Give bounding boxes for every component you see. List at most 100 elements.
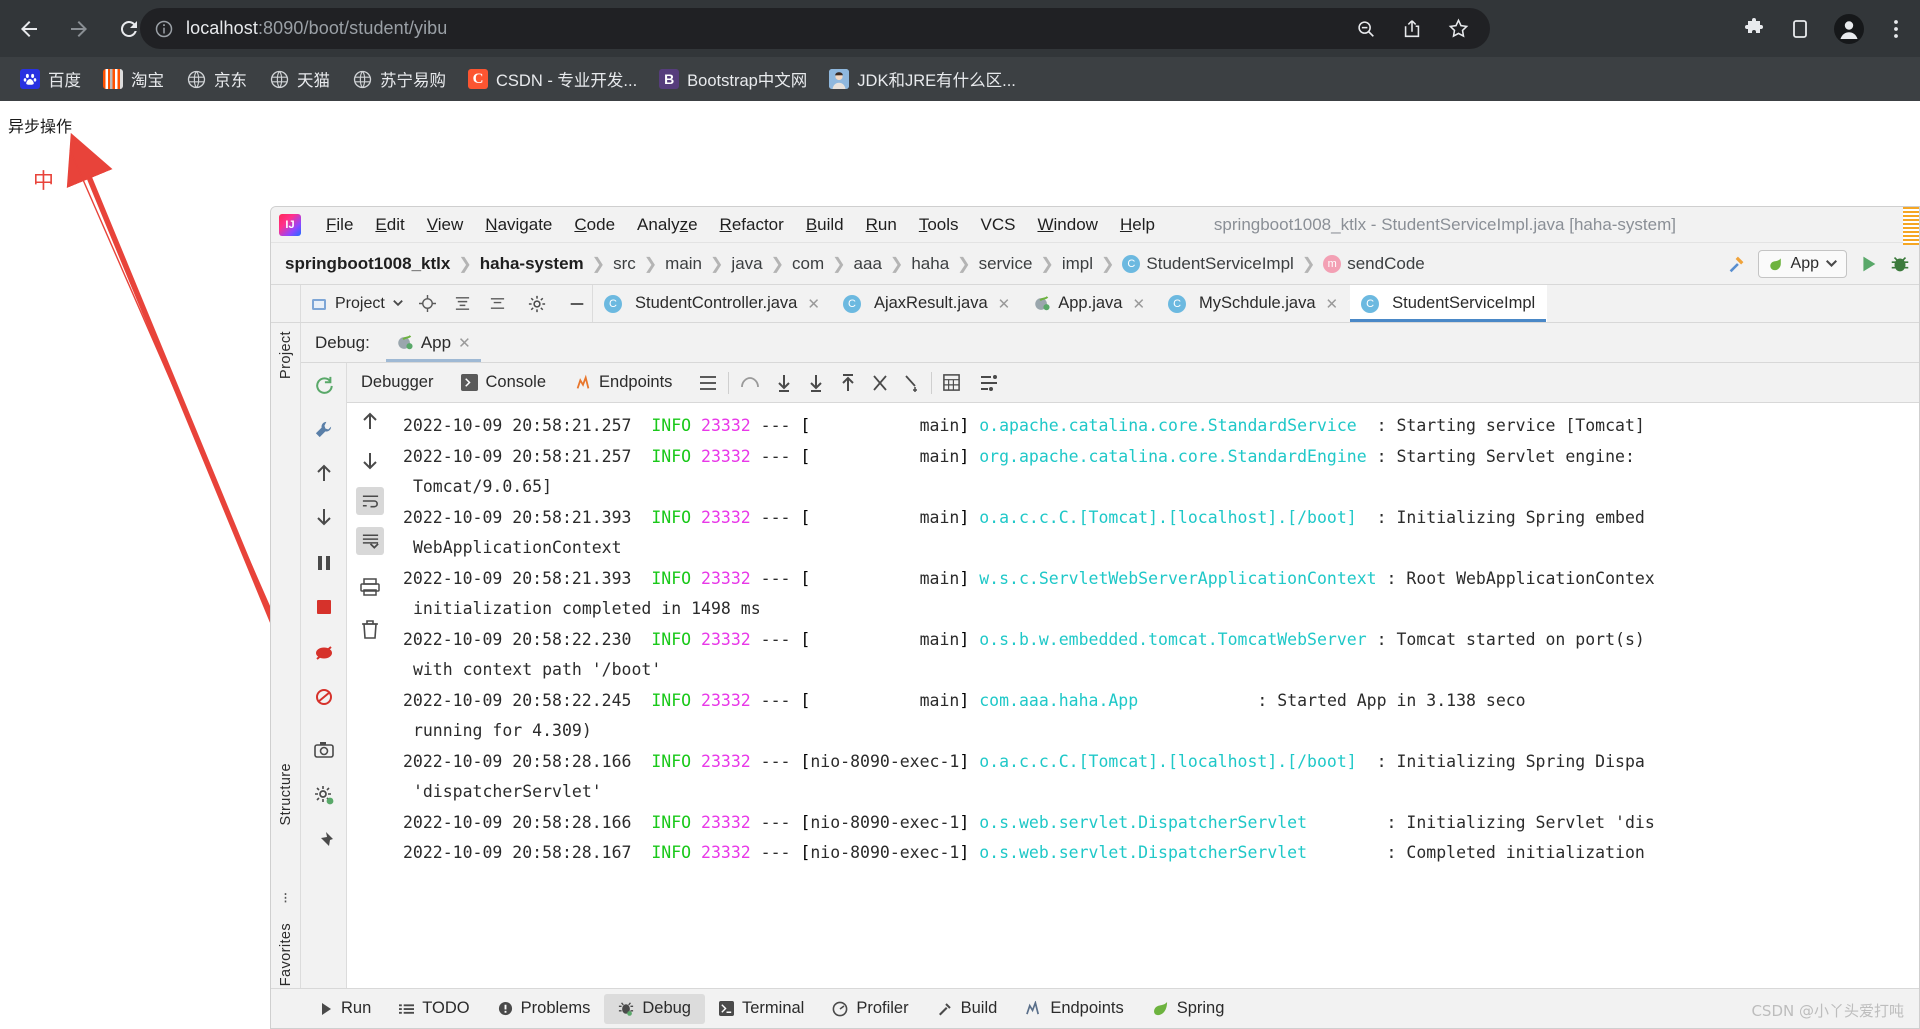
camera-icon[interactable]: [310, 735, 338, 763]
bookmark-csdn[interactable]: C CSDN - 专业开发...: [458, 63, 647, 95]
expand-all-icon[interactable]: [489, 295, 506, 312]
project-tool-header[interactable]: Project: [301, 285, 593, 322]
step-over-icon[interactable]: [739, 374, 761, 392]
debug-session-tab[interactable]: App ✕: [386, 323, 481, 362]
editor-tab-ajax-result[interactable]: C AjaxResult.java ✕: [832, 285, 1022, 322]
drop-frame-icon[interactable]: [871, 373, 889, 393]
tab-endpoints[interactable]: Endpoints: [560, 373, 686, 392]
menu-vcs[interactable]: VCS: [970, 212, 1027, 238]
sidebar-item-structure[interactable]: Structure: [278, 763, 294, 825]
bookmark-suning[interactable]: 苏宁易购: [342, 63, 456, 95]
run-play-icon[interactable]: [1857, 253, 1879, 275]
chevron-down-icon[interactable]: [392, 300, 403, 307]
close-icon[interactable]: ✕: [458, 334, 471, 352]
locate-target-icon[interactable]: [418, 295, 436, 312]
status-run[interactable]: Run: [305, 994, 385, 1024]
tab-debugger[interactable]: Debugger: [347, 373, 447, 392]
breadcrumb-com[interactable]: com: [792, 254, 824, 274]
soft-wrap-icon[interactable]: [356, 487, 384, 515]
menu-analyze[interactable]: Analyze: [626, 212, 709, 238]
pin-icon[interactable]: [310, 827, 338, 855]
address-bar[interactable]: localhost:8090/boot/student/yibu: [140, 8, 1490, 49]
menu-run[interactable]: Run: [855, 212, 908, 238]
console-output[interactable]: 2022-10-09 20:58:21.257 INFO 23332 --- […: [393, 403, 1919, 988]
print-icon[interactable]: [356, 573, 384, 601]
bookmark-jdk[interactable]: JDK和JRE有什么区...: [819, 63, 1026, 95]
menu-window[interactable]: Window: [1026, 212, 1108, 238]
editor-tab-student-service-impl[interactable]: C StudentServiceImpl: [1350, 285, 1548, 322]
tab-console[interactable]: Console: [447, 373, 560, 392]
menu-view[interactable]: View: [416, 212, 475, 238]
stop-icon[interactable]: [310, 593, 338, 621]
breadcrumb-module[interactable]: haha-system: [480, 254, 584, 274]
breadcrumb-haha[interactable]: haha: [911, 254, 949, 274]
editor-tab-student-controller[interactable]: C StudentController.java ✕: [593, 285, 832, 322]
chrome-menu-icon[interactable]: [1886, 17, 1906, 41]
breadcrumb-aaa[interactable]: aaa: [854, 254, 882, 274]
step-into-icon[interactable]: [775, 373, 793, 393]
breadcrumb-impl[interactable]: impl: [1062, 254, 1093, 274]
site-info-icon[interactable]: [154, 19, 174, 39]
breadcrumb-java[interactable]: java: [731, 254, 762, 274]
menu-tools[interactable]: Tools: [908, 212, 970, 238]
extensions-puzzle-icon[interactable]: [1742, 17, 1766, 41]
editor-minimap[interactable]: [1903, 207, 1919, 245]
bookmark-baidu[interactable]: 百度: [10, 63, 91, 95]
mute-breakpoints-icon[interactable]: [310, 639, 338, 667]
status-spring[interactable]: Spring: [1138, 994, 1239, 1024]
down-stack-icon[interactable]: [356, 447, 384, 475]
debug-bug-icon[interactable]: [1889, 253, 1911, 275]
breadcrumb-main[interactable]: main: [665, 254, 702, 274]
pause-icon[interactable]: [310, 549, 338, 577]
back-arrow-icon[interactable]: [8, 8, 50, 50]
step-out-icon[interactable]: [839, 373, 857, 393]
settings-gear-icon[interactable]: [528, 295, 546, 313]
sidebar-item-project[interactable]: Project: [278, 331, 294, 379]
run-configuration-selector[interactable]: App: [1757, 250, 1847, 278]
close-icon[interactable]: ✕: [807, 295, 820, 313]
trash-icon[interactable]: [356, 615, 384, 643]
menu-build[interactable]: Build: [795, 212, 855, 238]
view-breakpoints-icon[interactable]: [310, 683, 338, 711]
down-arrow-icon[interactable]: [310, 503, 338, 531]
status-todo[interactable]: TODO: [385, 994, 483, 1024]
editor-tab-app[interactable]: App.java ✕: [1022, 285, 1157, 322]
sidebar-item-favorites[interactable]: Favorites: [278, 923, 294, 986]
forward-arrow-icon[interactable]: [58, 8, 100, 50]
bookmark-jd[interactable]: 京东: [176, 63, 257, 95]
menu-code[interactable]: Code: [563, 212, 626, 238]
status-debug[interactable]: Debug: [604, 993, 705, 1024]
up-arrow-icon[interactable]: [310, 459, 338, 487]
menu-navigate[interactable]: Navigate: [474, 212, 563, 238]
layout-settings-icon[interactable]: [698, 374, 718, 392]
breadcrumb-class[interactable]: C StudentServiceImpl: [1122, 254, 1294, 274]
close-icon[interactable]: ✕: [998, 295, 1011, 313]
status-build[interactable]: Build: [923, 994, 1012, 1024]
editor-tab-my-schdule[interactable]: C MySchdule.java ✕: [1157, 285, 1350, 322]
run-to-cursor-icon[interactable]: [903, 373, 921, 393]
breadcrumb-src[interactable]: src: [613, 254, 636, 274]
breadcrumb-method[interactable]: m sendCode: [1323, 254, 1425, 274]
force-step-into-icon[interactable]: [807, 373, 825, 393]
menu-file[interactable]: FFileile: [315, 212, 364, 238]
rerun-icon[interactable]: [310, 371, 338, 399]
evaluate-icon[interactable]: [942, 373, 961, 392]
collapse-all-icon[interactable]: [454, 295, 471, 312]
profile-avatar-icon[interactable]: [1834, 13, 1864, 44]
wrench-icon[interactable]: [310, 415, 338, 443]
show-variables-icon[interactable]: [979, 374, 999, 392]
chevron-down-icon[interactable]: [1826, 260, 1837, 268]
menu-edit[interactable]: Edit: [364, 212, 415, 238]
menu-help[interactable]: Help: [1109, 212, 1166, 238]
status-problems[interactable]: Problems: [484, 994, 605, 1024]
status-profiler[interactable]: Profiler: [818, 994, 922, 1024]
bookmark-star-icon[interactable]: [1447, 17, 1470, 40]
hammer-build-icon[interactable]: [1726, 253, 1748, 275]
side-panel-icon[interactable]: [1788, 17, 1812, 41]
bookmark-bootstrap[interactable]: B Bootstrap中文网: [649, 63, 817, 95]
status-terminal[interactable]: Terminal: [705, 994, 818, 1024]
share-icon[interactable]: [1401, 18, 1423, 40]
breadcrumb-service[interactable]: service: [979, 254, 1033, 274]
hide-minus-icon[interactable]: [568, 295, 586, 313]
zoom-out-icon[interactable]: [1355, 18, 1377, 40]
